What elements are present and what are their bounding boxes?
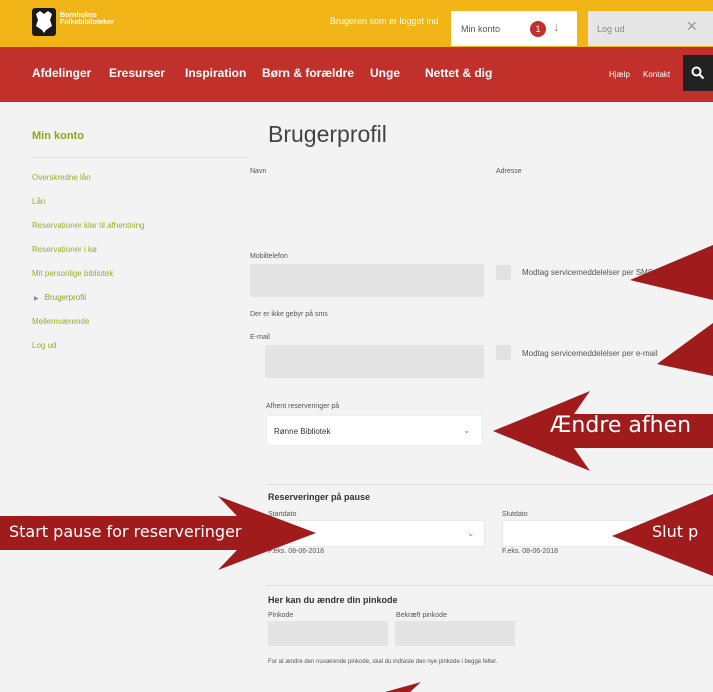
page: Bornholms Folkebiblioteker Brugeren som … xyxy=(0,0,713,692)
bottom-annotation-arrow xyxy=(385,682,421,692)
sms-annotation-arrow xyxy=(630,245,713,300)
email-annotation-arrow xyxy=(657,323,713,376)
pickup-annotation-text: Ændre afhen xyxy=(550,413,692,438)
annotation-arrows xyxy=(0,245,713,692)
start-pause-annotation-text: Start pause for reserveringer xyxy=(9,522,242,541)
end-pause-annotation-text: Slut p xyxy=(652,522,699,541)
